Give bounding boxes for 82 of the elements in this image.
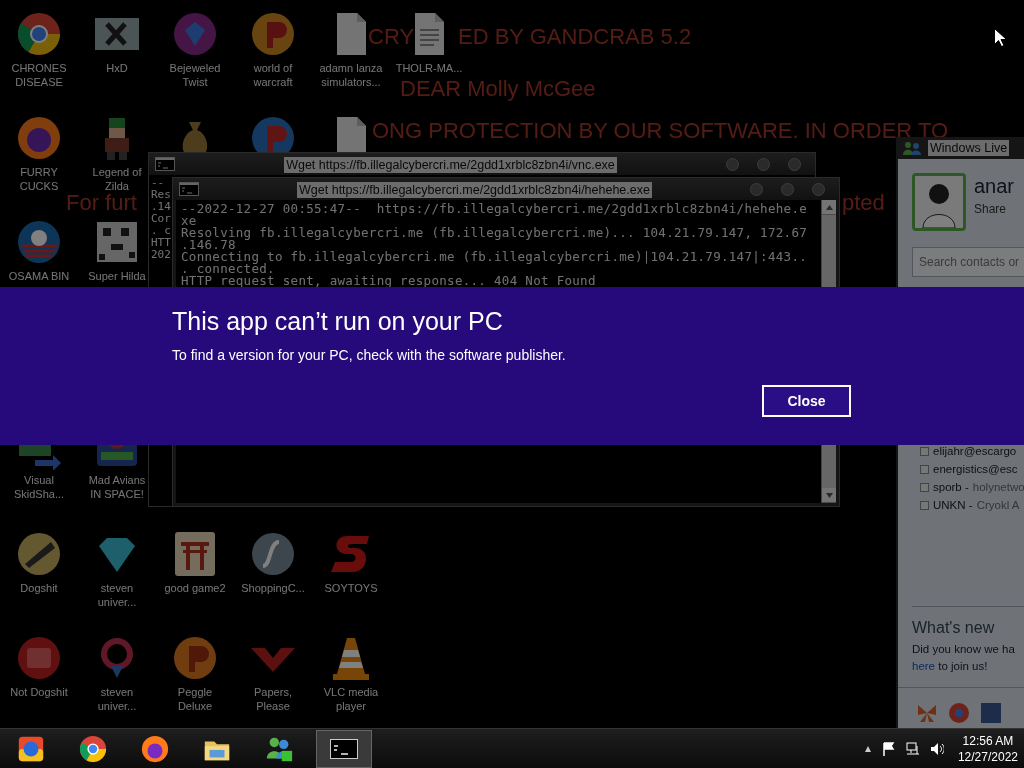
news-text: Did you know we ha here to join us! xyxy=(912,642,1016,674)
shortcut-label[interactable]: Super Hilda xyxy=(84,269,150,283)
console-line: --2022-12-27 00:55:47-- https://fb.illegalcybercri.me/2gdd1xrblc8zbn4i/hehehe.e xyxy=(181,203,809,215)
contact-item[interactable]: UNKN - Cryokl A xyxy=(920,499,1024,511)
window-title: Wget https://fb.illegalcybercri.me/2gdd1xrblc8zbn4i/vnc.exe xyxy=(284,157,617,173)
down-arrow-icon xyxy=(825,492,833,498)
dialog-message: To find a version for your PC, check with the software publisher. xyxy=(172,347,567,363)
wallpaper-text: For furt xyxy=(66,190,137,216)
console-line: Resolving fb.illegalcybercri.me (fb.illegalcybercri.me)... 104.21.79.147, 172.67 xyxy=(181,227,809,239)
console-line: Connecting to fb.illegalcybercri.me (fb.illegalcybercri.me)|104.21.79.147|:443.. xyxy=(181,251,809,263)
shortcut-label[interactable]: VLC media player xyxy=(318,685,384,713)
shortcut-label[interactable]: Bejeweled Twist xyxy=(162,61,228,89)
shortcut-label[interactable]: good game2 xyxy=(162,581,228,595)
shortcut-label[interactable]: CHRONES DISEASE xyxy=(6,61,72,89)
console-line: . c xyxy=(151,225,171,237)
app-icon xyxy=(140,733,170,764)
network-icon[interactable] xyxy=(905,741,920,756)
app-icon xyxy=(78,733,108,764)
window-title: Windows Live xyxy=(928,140,1010,156)
up-arrow-icon xyxy=(825,204,833,210)
shortcut-label[interactable]: Legend of Zilda xyxy=(84,165,150,193)
shortcut-label[interactable]: ShoppingC... xyxy=(240,581,306,595)
shortcut-label[interactable]: Mad Avians IN SPACE! xyxy=(84,473,150,501)
here-link[interactable]: here xyxy=(912,660,936,672)
shortcut-label[interactable]: Peggle Deluxe xyxy=(162,685,228,713)
app-icon xyxy=(249,10,297,58)
shortcut-label[interactable]: steven univer... xyxy=(84,685,150,713)
people-icon xyxy=(902,140,922,156)
console-line: -- xyxy=(151,177,165,189)
wallpaper-text: DEAR Molly McGee xyxy=(400,76,596,102)
wallpaper-text: ED BY GANDCRAB 5.2 xyxy=(458,24,692,50)
user-name: anar xyxy=(974,175,1015,198)
shortcut-label[interactable]: steven univer... xyxy=(84,581,150,609)
contact-item[interactable]: energistics@esc xyxy=(920,463,1024,475)
taskbar-button[interactable] xyxy=(316,729,372,768)
shortcut-label[interactable]: Visual SkidSha... xyxy=(6,473,72,501)
app-icon xyxy=(15,530,63,578)
app-icon xyxy=(249,530,297,578)
shortcut-label[interactable]: FURRY CUCKS xyxy=(6,165,72,193)
app-icon xyxy=(15,114,63,162)
close-button[interactable]: Close xyxy=(762,385,851,417)
app-icon xyxy=(15,634,63,682)
console-line: xe xyxy=(181,215,197,227)
wallpaper-text: CRY xyxy=(368,24,415,50)
section-heading: What's new xyxy=(912,619,996,637)
console-icon xyxy=(179,182,199,196)
wallpaper-text: pted xyxy=(842,190,885,216)
shortcut-label[interactable]: HxD xyxy=(84,61,150,75)
app-icon xyxy=(15,218,63,266)
console-icon xyxy=(330,738,358,759)
app-icon xyxy=(15,10,63,58)
shortcut-label[interactable]: Not Dogshit xyxy=(6,685,72,699)
shortcut-label[interactable]: SOYTOYS xyxy=(318,581,384,595)
shortcut-label[interactable]: Papers, Please xyxy=(240,685,306,713)
volume-icon[interactable] xyxy=(929,741,944,756)
contact-item[interactable]: elijahr@escargo xyxy=(920,445,1024,457)
clock-date[interactable]: 12/27/2022 xyxy=(957,748,1018,765)
app-icon xyxy=(171,634,219,682)
clock-time[interactable]: 12:56 AM xyxy=(962,732,1014,749)
flag-icon[interactable] xyxy=(881,741,896,756)
shortcut-label[interactable]: Dogshit xyxy=(6,581,72,595)
search-field[interactable]: Search contacts or xyxy=(912,247,1024,277)
shortcut-label[interactable]: THOLR-MA... xyxy=(395,61,463,75)
app-icon[interactable] xyxy=(980,702,1002,724)
console-line: .14 xyxy=(151,201,171,213)
console-line: Cor xyxy=(151,213,171,225)
shortcut-label[interactable]: adamn lanza simulators... xyxy=(318,61,384,89)
console-line: Res xyxy=(151,189,171,201)
console-line: HTT xyxy=(151,237,171,249)
console-line: 202 xyxy=(151,249,171,261)
status-text[interactable]: Share xyxy=(974,202,1015,216)
console-line: HTTP request sent, awaiting response... 404 Not Found xyxy=(181,275,597,287)
contact-item[interactable]: sporb - holynetwo xyxy=(920,481,1024,493)
caret-icon[interactable] xyxy=(863,745,872,752)
shortcut-label[interactable]: world of warcraft xyxy=(240,61,306,89)
console-icon xyxy=(155,157,175,171)
console-line: .146.78 xyxy=(181,239,236,251)
cursor-icon xyxy=(994,28,1006,47)
console-line: . connected. xyxy=(181,263,276,275)
dialog-title: This app can’t run on your PC xyxy=(172,306,504,337)
shortcut-label[interactable]: OSAMA BIN xyxy=(6,269,72,283)
window-title: Wget https://fb.illegalcybercri.me/2gdd1xrblc8zbn4i/hehehe.exe xyxy=(297,182,652,198)
